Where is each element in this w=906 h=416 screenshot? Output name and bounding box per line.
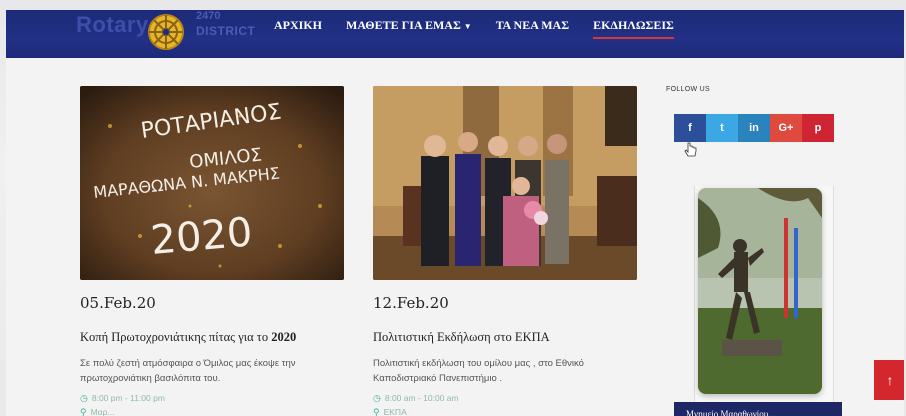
district-label: DISTRICT bbox=[196, 24, 256, 38]
post-time: ◷ 8:00 am - 10:00 am bbox=[373, 393, 459, 404]
sidebar-caption[interactable]: Μνημείο Μαραθωνίου... bbox=[674, 402, 842, 416]
clock-icon: ◷ bbox=[80, 393, 88, 403]
post-time: ◷ 8:00 pm - 11:00 pm bbox=[80, 393, 165, 404]
facebook-icon: f bbox=[688, 122, 692, 134]
post-image-vasilopita[interactable]: ΡΟΤΑΡΙΑΝΟΣ ΟΜΙΛΟΣ ΜΑΡΑΘΩΝΑ Ν. ΜΑΚΡΗΣ 202… bbox=[80, 86, 344, 280]
post-title-link[interactable]: Κοπή Πρωτοχρονιάτικης πίτας για το 2020 bbox=[80, 330, 296, 345]
linkedin-icon: in bbox=[749, 122, 759, 134]
monument-photo[interactable] bbox=[698, 188, 822, 394]
twitter-icon: t bbox=[720, 122, 724, 134]
nav-item-label: ΕΚΔΗΛΩΣΕΙΣ bbox=[593, 18, 674, 32]
googleplus-button[interactable]: G+ bbox=[770, 114, 802, 142]
location-pin-icon: ⚲ bbox=[80, 407, 87, 416]
group-photo bbox=[373, 86, 637, 280]
caret-down-icon: ▼ bbox=[463, 22, 472, 31]
post-excerpt: Σε πολύ ζεστή ατμόσφαιρα ο Όμιλος μας έκ… bbox=[80, 358, 296, 384]
post-location: ⚲ Μαρ... bbox=[80, 407, 115, 416]
scroll-to-top-button[interactable]: ↑ bbox=[874, 360, 904, 400]
nav-item-home[interactable]: ΑΡΧΙΚΗ bbox=[274, 18, 322, 33]
arrow-up-icon: ↑ bbox=[886, 372, 894, 388]
location-pin-icon: ⚲ bbox=[373, 407, 380, 416]
twitter-button[interactable]: t bbox=[706, 114, 738, 142]
nav-item-events[interactable]: ΕΚΔΗΛΩΣΕΙΣ bbox=[593, 18, 674, 39]
nav-item-about[interactable]: ΜΑΘΕΤΕ ΓΙΑ ΕΜΑΣ ▼ bbox=[346, 18, 472, 33]
cake-photo: ΡΟΤΑΡΙΑΝΟΣ ΟΜΙΛΟΣ ΜΑΡΑΘΩΝΑ Ν. ΜΑΚΡΗΣ 202… bbox=[80, 86, 344, 280]
post-location-text: ΕΚΠΑ bbox=[383, 407, 407, 416]
pinterest-icon: p bbox=[814, 122, 822, 134]
main-menu: ΑΡΧΙΚΗ ΜΑΘΕΤΕ ΓΙΑ ΕΜΑΣ ▼ ΤΑ ΝΕΑ ΜΑΣ ΕΚΔΗΛ… bbox=[274, 18, 698, 39]
post-time-text: 8:00 pm - 11:00 pm bbox=[91, 393, 165, 403]
post-title-year: 2020 bbox=[271, 330, 297, 344]
runner-statue-photo bbox=[698, 188, 822, 394]
linkedin-button[interactable]: in bbox=[738, 114, 770, 142]
brand-name: Rotary bbox=[76, 12, 149, 37]
nav-item-news[interactable]: ΤΑ ΝΕΑ ΜΑΣ bbox=[496, 18, 569, 33]
rotary-wheel-icon bbox=[148, 14, 184, 50]
post-title-text: Κοπή Πρωτοχρονιάτικης πίτας για το bbox=[80, 330, 272, 344]
facebook-button[interactable]: f bbox=[674, 114, 706, 142]
browser-viewport: Rotary 2470 DISTRICT ΑΡΧΙΚΗ ΜΑΘΕΤΕ ΓΙΑ Ε… bbox=[6, 10, 904, 416]
post-location-text: Μαρ... bbox=[90, 407, 115, 416]
cake-text-line-4: 2020 bbox=[149, 209, 254, 264]
nav-item-label: ΑΡΧΙΚΗ bbox=[274, 18, 322, 32]
follow-us-heading: FOLLOW US bbox=[666, 86, 710, 93]
nav-item-label: ΜΑΘΕΤΕ ΓΙΑ ΕΜΑΣ bbox=[346, 18, 461, 32]
post-image-ekpa-event[interactable] bbox=[373, 86, 637, 280]
post-date: 12.Feb.20 bbox=[373, 294, 449, 312]
hand-cursor-icon bbox=[684, 142, 697, 157]
post-date: 05.Feb.20 bbox=[80, 294, 156, 312]
district-number: 2470 bbox=[196, 10, 221, 22]
googleplus-icon: G+ bbox=[778, 122, 794, 134]
nav-item-label: ΤΑ ΝΕΑ ΜΑΣ bbox=[495, 18, 570, 32]
pinterest-button[interactable]: p bbox=[802, 114, 834, 142]
post-title-text: Πολιτιστική Εκδήλωση στο ΕΚΠΑ bbox=[373, 330, 550, 344]
post-title-link[interactable]: Πολιτιστική Εκδήλωση στο ΕΚΠΑ bbox=[373, 330, 550, 345]
post-excerpt: Πολιτιστική εκδήλωση του ομίλου μας , στ… bbox=[373, 358, 584, 384]
social-links: f t in G+ p bbox=[674, 114, 834, 142]
clock-icon: ◷ bbox=[373, 393, 381, 403]
post-location: ⚲ ΕΚΠΑ bbox=[373, 407, 407, 416]
post-time-text: 8:00 am - 10:00 am bbox=[384, 393, 459, 403]
top-navbar: Rotary 2470 DISTRICT ΑΡΧΙΚΗ ΜΑΘΕΤΕ ΓΙΑ Ε… bbox=[6, 10, 904, 58]
